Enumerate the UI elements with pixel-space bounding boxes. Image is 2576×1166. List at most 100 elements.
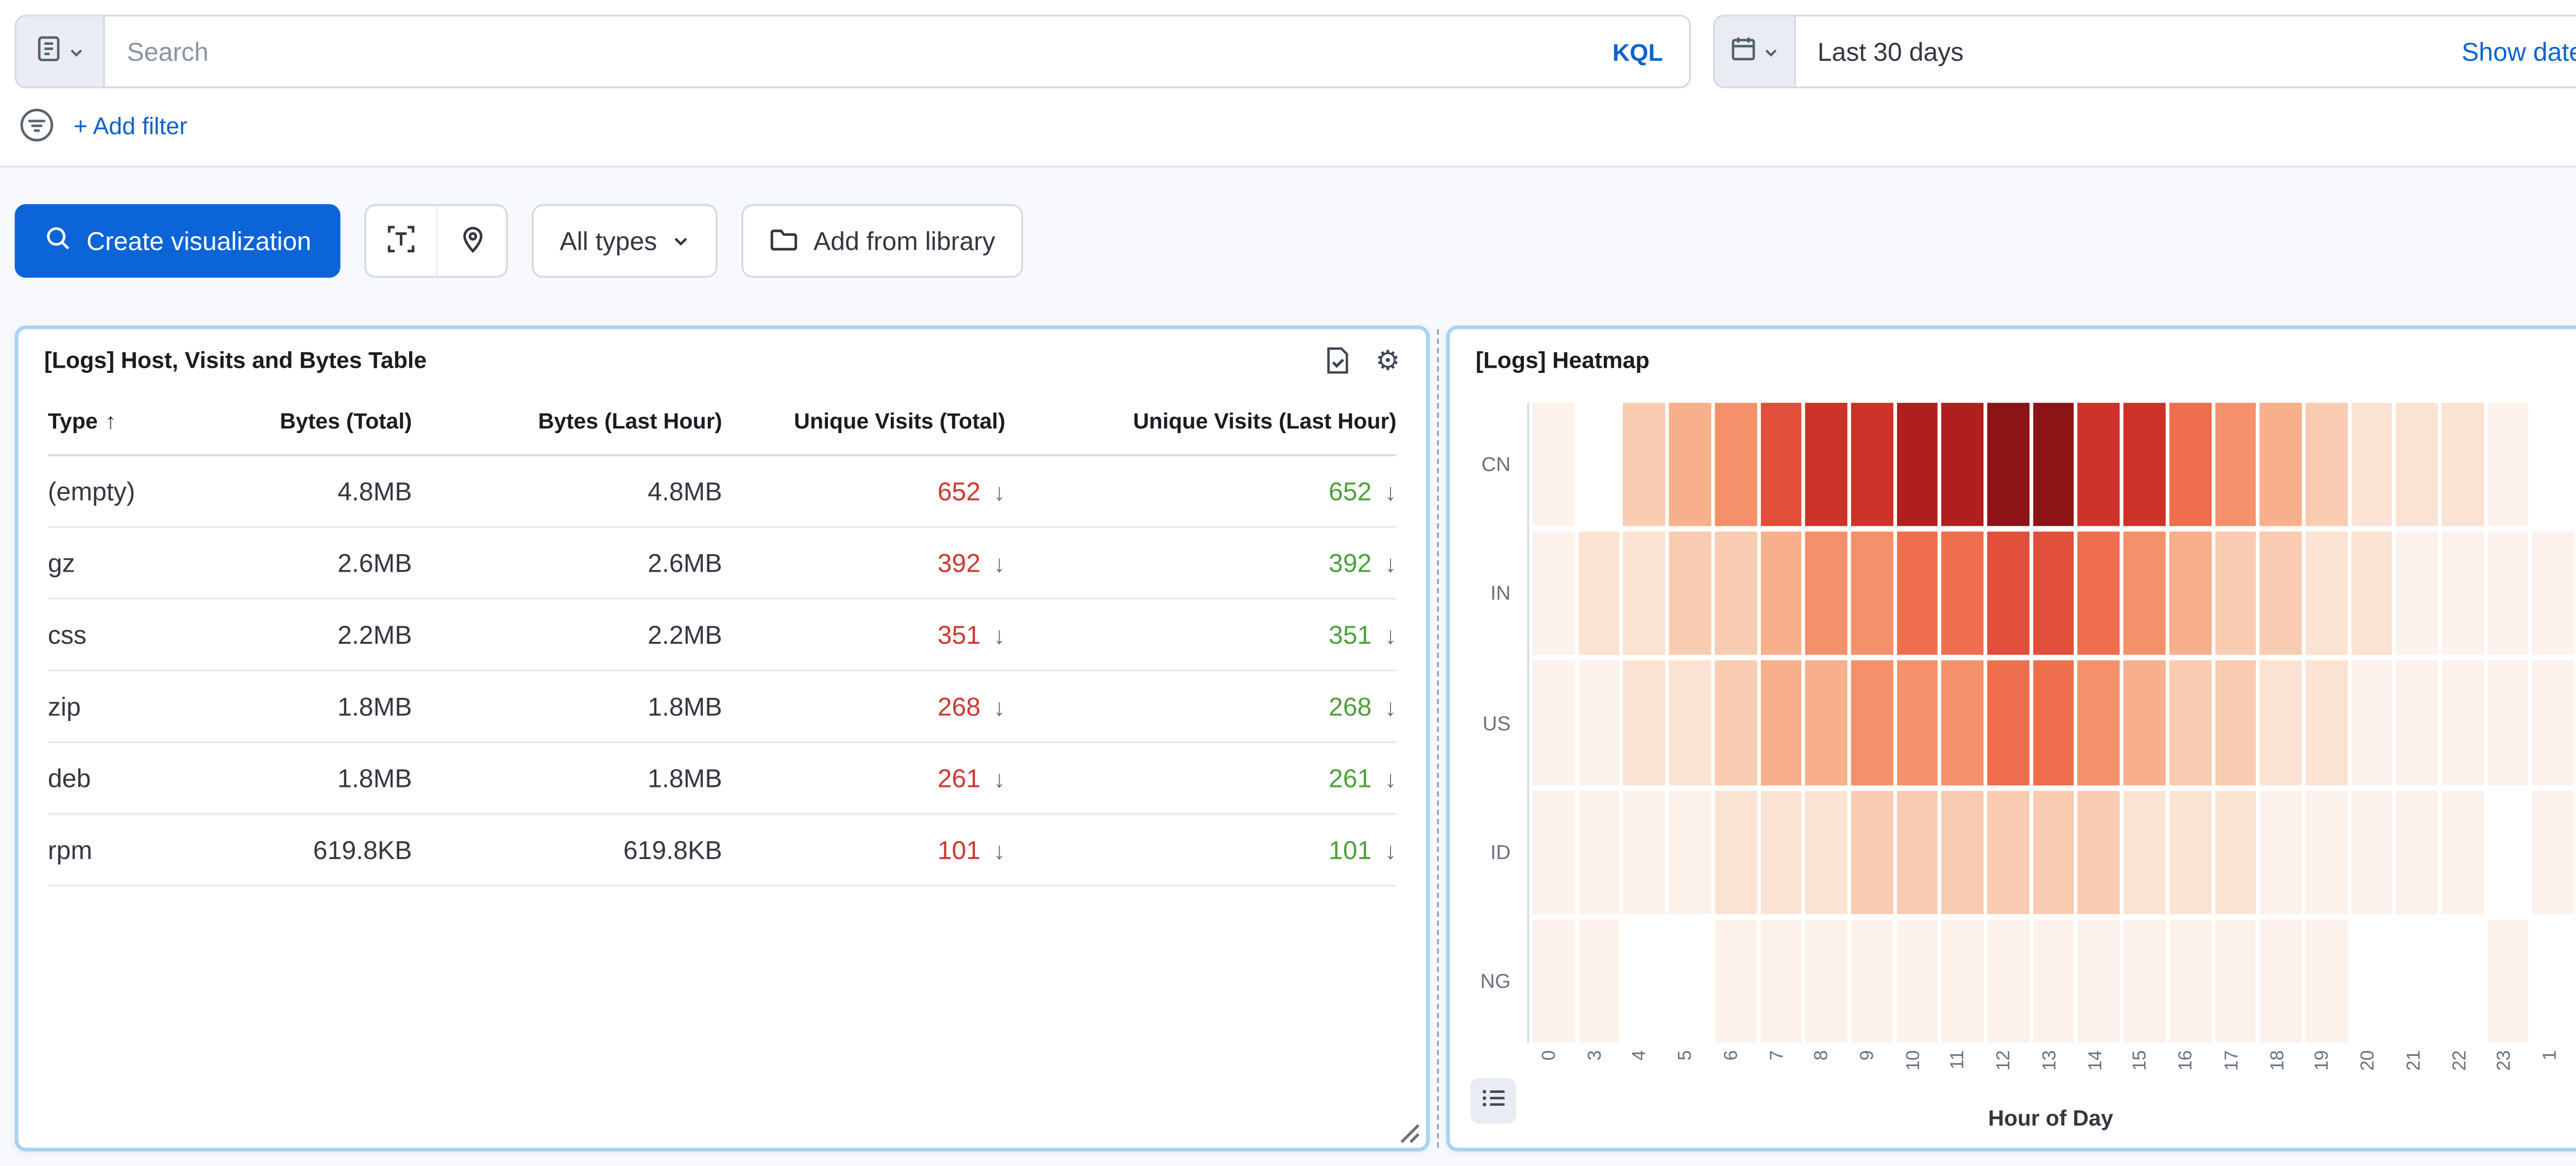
heatmap-cell[interactable] — [1715, 661, 1756, 785]
gear-icon[interactable]: ⚙ — [1376, 347, 1400, 374]
heatmap-cell[interactable] — [1533, 532, 1574, 656]
create-visualization-button[interactable]: Create visualization — [15, 204, 341, 278]
heatmap-cell[interactable] — [1533, 790, 1574, 914]
heatmap-cell[interactable] — [1623, 790, 1665, 914]
heatmap-cell[interactable] — [2078, 661, 2120, 785]
heatmap-cell[interactable] — [1533, 919, 1574, 1043]
heatmap-cell[interactable] — [2306, 661, 2347, 785]
heatmap-cell[interactable] — [2396, 532, 2438, 656]
heatmap-cell[interactable] — [1669, 532, 1711, 656]
heatmap-cell[interactable] — [2169, 919, 2211, 1043]
heatmap-cell[interactable] — [2214, 790, 2256, 914]
heatmap-cell[interactable] — [1805, 661, 1847, 785]
date-range-value[interactable]: Last 30 days — [1818, 37, 1964, 66]
date-quick-select-button[interactable] — [1715, 16, 1795, 87]
heatmap-cell[interactable] — [1896, 790, 1938, 914]
table-row[interactable]: css2.2MB2.2MB351↓351↓ — [48, 599, 1397, 671]
heatmap-cell[interactable] — [1578, 532, 1620, 656]
column-header-bytes-last-hour[interactable]: Bytes (Last Hour) — [412, 408, 722, 434]
heatmap-cell[interactable] — [1851, 532, 1893, 656]
heatmap-cell[interactable] — [2078, 919, 2120, 1043]
heatmap-cell[interactable] — [2214, 919, 2256, 1043]
heatmap-cell[interactable] — [1942, 532, 1984, 656]
library-check-icon[interactable] — [1322, 346, 1351, 375]
heatmap-cell[interactable] — [2169, 790, 2211, 914]
heatmap-cell[interactable] — [2169, 403, 2211, 526]
heatmap-cell[interactable] — [2351, 532, 2393, 656]
heatmap-cell[interactable] — [2260, 661, 2302, 785]
heatmap-cell[interactable] — [2260, 403, 2302, 526]
heatmap-cell[interactable] — [1623, 661, 1665, 785]
heatmap-cell[interactable] — [2533, 790, 2574, 914]
heatmap-cell[interactable] — [1533, 661, 1574, 785]
heatmap-cell[interactable] — [2306, 532, 2347, 656]
heatmap-cell[interactable] — [2124, 661, 2165, 785]
heatmap-cell[interactable] — [2351, 661, 2393, 785]
heatmap-cell[interactable] — [1760, 403, 1802, 526]
panel-column-divider[interactable] — [1437, 329, 1439, 1147]
heatmap-cell[interactable] — [2306, 403, 2347, 526]
heatmap-cell[interactable] — [2351, 790, 2393, 914]
heatmap-cell[interactable] — [2396, 790, 2438, 914]
heatmap-cell[interactable] — [1987, 532, 2029, 656]
heatmap-cell[interactable] — [1805, 532, 1847, 656]
heatmap-cell[interactable] — [2124, 403, 2165, 526]
search-input[interactable] — [105, 16, 1587, 87]
heatmap-cell[interactable] — [2124, 532, 2165, 656]
heatmap-cell[interactable] — [2442, 790, 2484, 914]
heatmap-cell[interactable] — [2032, 403, 2074, 526]
legend-toggle-button[interactable] — [1470, 1078, 1516, 1124]
heatmap-cell[interactable] — [1578, 919, 1620, 1043]
heatmap-cell[interactable] — [1896, 661, 1938, 785]
heatmap-cell[interactable] — [1942, 403, 1984, 526]
heatmap-cell[interactable] — [1623, 532, 1665, 656]
add-map-button[interactable] — [436, 206, 506, 276]
saved-query-menu-button[interactable] — [16, 16, 105, 87]
heatmap-cell[interactable] — [2214, 403, 2256, 526]
heatmap-cell[interactable] — [2032, 919, 2074, 1043]
heatmap-cell[interactable] — [2032, 790, 2074, 914]
heatmap-cell[interactable] — [1669, 661, 1711, 785]
heatmap-cell[interactable] — [1760, 790, 1802, 914]
heatmap-cell[interactable] — [2214, 661, 2256, 785]
heatmap-cell[interactable] — [1760, 532, 1802, 656]
heatmap-cell[interactable] — [1851, 661, 1893, 785]
heatmap-cell[interactable] — [1896, 919, 1938, 1043]
heatmap-cell[interactable] — [1942, 661, 1984, 785]
column-header-visits-total[interactable]: Unique Visits (Total) — [722, 408, 1006, 434]
column-header-bytes-total[interactable]: Bytes (Total) — [223, 408, 412, 434]
heatmap-cell[interactable] — [2078, 532, 2120, 656]
heatmap-cell[interactable] — [1896, 532, 1938, 656]
heatmap-cell[interactable] — [2260, 919, 2302, 1043]
heatmap-cell[interactable] — [1851, 403, 1893, 526]
heatmap-cell[interactable] — [2487, 919, 2529, 1043]
heatmap-cell[interactable] — [1715, 919, 1756, 1043]
heatmap-cell[interactable] — [2169, 661, 2211, 785]
heatmap-cell[interactable] — [1715, 532, 1756, 656]
add-text-button[interactable] — [366, 206, 436, 276]
heatmap-cell[interactable] — [2078, 790, 2120, 914]
heatmap-cell[interactable] — [1578, 661, 1620, 785]
date-range-field[interactable]: Last 30 days Show dates — [1795, 16, 2576, 87]
heatmap-cell[interactable] — [1669, 403, 1711, 526]
heatmap-cell[interactable] — [1578, 790, 1620, 914]
heatmap-cell[interactable] — [2487, 661, 2529, 785]
heatmap-cell[interactable] — [1805, 403, 1847, 526]
add-filter-link[interactable]: + Add filter — [74, 111, 188, 139]
heatmap-cell[interactable] — [1987, 403, 2029, 526]
heatmap-cell[interactable] — [1533, 403, 1574, 526]
table-row[interactable]: zip1.8MB1.8MB268↓268↓ — [48, 672, 1397, 743]
heatmap-cell[interactable] — [2487, 532, 2529, 656]
heatmap-cell[interactable] — [1715, 790, 1756, 914]
heatmap-cell[interactable] — [1942, 790, 1984, 914]
kql-button[interactable]: KQL — [1587, 16, 1689, 87]
column-header-visits-last-hour[interactable]: Unique Visits (Last Hour) — [1005, 408, 1396, 434]
heatmap-cell[interactable] — [2396, 403, 2438, 526]
heatmap-cell[interactable] — [2124, 790, 2165, 914]
heatmap-cell[interactable] — [1623, 403, 1665, 526]
heatmap-cell[interactable] — [2260, 532, 2302, 656]
heatmap-cell[interactable] — [2032, 532, 2074, 656]
heatmap-cell[interactable] — [2487, 403, 2529, 526]
heatmap-cell[interactable] — [2442, 532, 2484, 656]
heatmap-cell[interactable] — [1669, 790, 1711, 914]
